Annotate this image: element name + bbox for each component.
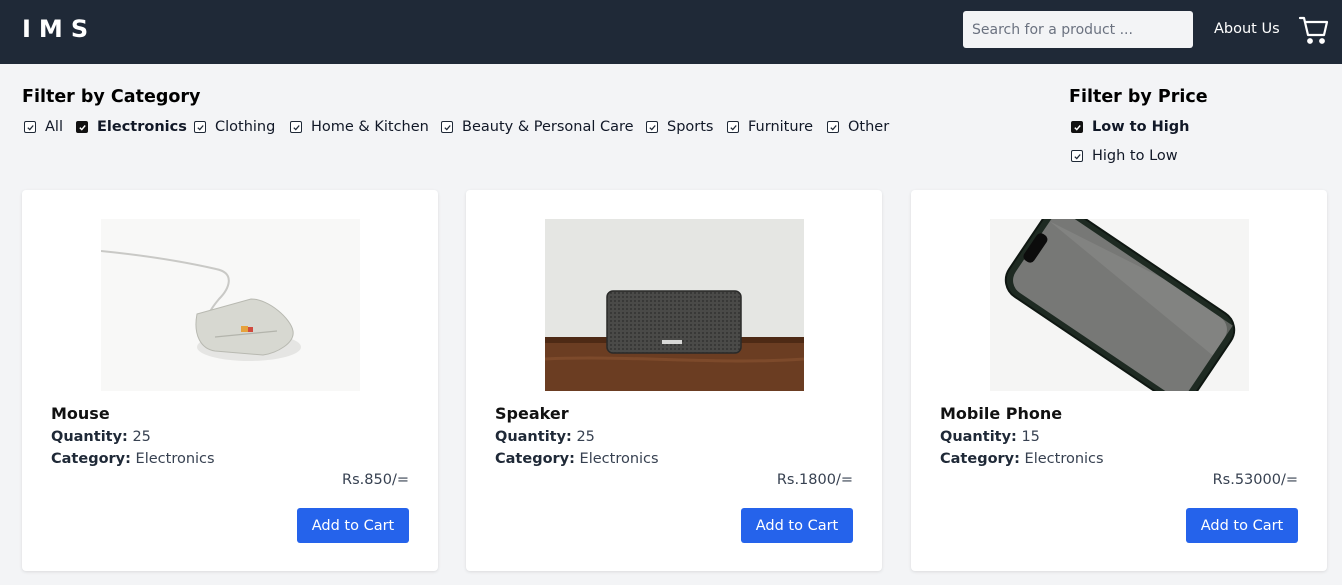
product-category: Category: Electronics — [940, 451, 1104, 467]
category-filter-furniture[interactable]: Furniture — [727, 119, 813, 135]
checkbox-checked-icon[interactable] — [76, 121, 88, 133]
product-name: Mobile Phone — [940, 404, 1063, 423]
category-option-label: Clothing — [215, 119, 276, 135]
checkbox-icon[interactable] — [646, 121, 658, 133]
category-filter-all[interactable]: All — [24, 119, 63, 135]
checkbox-checked-icon[interactable] — [1071, 121, 1083, 133]
category-label: Category: — [495, 451, 575, 467]
product-category: Category: Electronics — [51, 451, 215, 467]
product-quantity: Quantity: 15 — [940, 429, 1040, 445]
product-name: Mouse — [51, 404, 110, 423]
quantity-value: 15 — [1021, 429, 1040, 445]
price-option-label: High to Low — [1092, 148, 1178, 164]
search-input[interactable] — [963, 11, 1193, 48]
checkbox-icon[interactable] — [827, 121, 839, 133]
checkbox-icon[interactable] — [194, 121, 206, 133]
category-value: Electronics — [135, 451, 215, 467]
navbar: IMS About Us — [0, 0, 1342, 64]
category-filter-other[interactable]: Other — [827, 119, 889, 135]
add-to-cart-button[interactable]: Add to Cart — [1186, 508, 1298, 543]
checkbox-icon[interactable] — [1071, 150, 1083, 162]
category-label: Category: — [940, 451, 1020, 467]
category-filter-beauty[interactable]: Beauty & Personal Care — [441, 119, 634, 135]
price-filter-title: Filter by Price — [1069, 87, 1208, 107]
quantity-label: Quantity: — [495, 429, 572, 445]
shopping-cart-icon[interactable] — [1298, 14, 1330, 46]
category-filter-title: Filter by Category — [22, 87, 201, 107]
add-to-cart-button[interactable]: Add to Cart — [297, 508, 409, 543]
product-card-speaker: Speaker Quantity: 25 Category: Electroni… — [466, 190, 882, 571]
quantity-label: Quantity: — [51, 429, 128, 445]
product-quantity: Quantity: 25 — [495, 429, 595, 445]
product-price: Rs.1800/= — [776, 472, 853, 488]
category-filter-home-kitchen[interactable]: Home & Kitchen — [290, 119, 429, 135]
category-option-label: Electronics — [97, 119, 187, 135]
category-label: Category: — [51, 451, 131, 467]
price-filter-low-to-high[interactable]: Low to High — [1071, 119, 1189, 135]
price-option-label: Low to High — [1092, 119, 1190, 135]
quantity-value: 25 — [132, 429, 151, 445]
category-value: Electronics — [1024, 451, 1104, 467]
price-filter-high-to-low[interactable]: High to Low — [1071, 148, 1178, 164]
checkbox-icon[interactable] — [727, 121, 739, 133]
category-option-label: Other — [848, 119, 890, 135]
checkbox-icon[interactable] — [441, 121, 453, 133]
speaker-product-image — [545, 219, 804, 391]
category-filter-sports[interactable]: Sports — [646, 119, 713, 135]
category-option-label: Home & Kitchen — [311, 119, 429, 135]
category-option-label: Sports — [667, 119, 714, 135]
category-filter-electronics[interactable]: Electronics — [76, 119, 187, 135]
about-us-link[interactable]: About Us — [1214, 21, 1280, 37]
checkbox-icon[interactable] — [24, 121, 36, 133]
product-name: Speaker — [495, 404, 569, 423]
add-to-cart-button[interactable]: Add to Cart — [741, 508, 853, 543]
product-card-mobile-phone: Mobile Phone Quantity: 15 Category: Elec… — [911, 190, 1327, 571]
mobile-phone-product-image — [990, 219, 1249, 391]
checkbox-icon[interactable] — [290, 121, 302, 133]
category-option-label: All — [45, 119, 63, 135]
product-price: Rs.53000/= — [1212, 472, 1298, 488]
category-option-label: Furniture — [748, 119, 814, 135]
quantity-value: 25 — [576, 429, 595, 445]
mouse-product-image — [101, 219, 360, 391]
category-option-label: Beauty & Personal Care — [462, 119, 634, 135]
product-price: Rs.850/= — [342, 472, 409, 488]
category-filter-clothing[interactable]: Clothing — [194, 119, 275, 135]
logo[interactable]: IMS — [22, 15, 96, 43]
category-value: Electronics — [579, 451, 659, 467]
product-card-mouse: Mouse Quantity: 25 Category: Electronics… — [22, 190, 438, 571]
quantity-label: Quantity: — [940, 429, 1017, 445]
product-category: Category: Electronics — [495, 451, 659, 467]
product-quantity: Quantity: 25 — [51, 429, 151, 445]
